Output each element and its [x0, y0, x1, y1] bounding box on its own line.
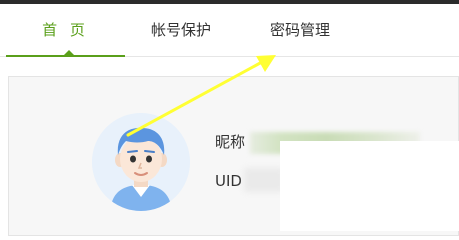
nickname-label: 昵称 — [215, 133, 246, 151]
tab-account-protection[interactable]: 帐号保护 — [151, 4, 211, 56]
avatar[interactable] — [92, 113, 190, 211]
redaction-patch — [280, 141, 459, 231]
cartoon-boy-avatar-icon — [92, 113, 190, 211]
tab-password-management[interactable]: 密码管理 — [270, 4, 330, 56]
tab-home[interactable]: 首 页 — [6, 4, 125, 56]
uid-value-redacted — [244, 168, 284, 192]
tab-bar: 首 页 帐号保护 密码管理 — [0, 4, 459, 57]
active-tab-caret-icon — [63, 50, 75, 56]
uid-label: UID — [215, 172, 242, 190]
